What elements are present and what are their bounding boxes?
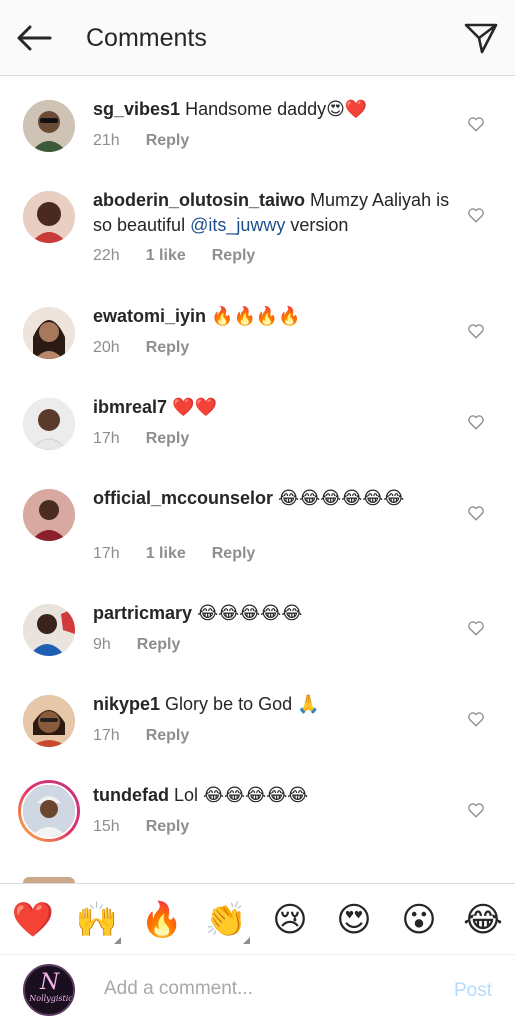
heart-icon[interactable] — [467, 619, 485, 637]
reply-button[interactable]: Reply — [146, 727, 190, 745]
comment-time: 21h — [93, 132, 120, 149]
heart-icon[interactable] — [467, 504, 485, 522]
mention-link[interactable]: @its_juwwy — [190, 215, 285, 235]
comment-time: 15h — [93, 818, 120, 835]
comment-composer: N Nollygistic Add a comment... Post — [0, 956, 515, 1024]
clap-emoji-button[interactable]: 👏 — [204, 900, 250, 944]
avatar[interactable] — [23, 307, 75, 359]
heart-icon[interactable] — [467, 413, 485, 431]
comment-text: partricmary 😂😂😂😂😂 — [93, 603, 303, 623]
likes-count[interactable]: 1 like — [146, 247, 186, 265]
heart-icon[interactable] — [467, 801, 485, 819]
comment-username[interactable]: sg_vibes1 — [93, 99, 180, 119]
comment-username[interactable]: official_mccounselor — [93, 488, 273, 508]
surprised-emoji-button[interactable]: 😮 — [397, 900, 441, 940]
reply-button[interactable]: Reply — [146, 818, 190, 836]
paper-plane-icon[interactable] — [463, 20, 499, 56]
comment-username[interactable]: partricmary — [93, 603, 192, 623]
comment-time: 20h — [93, 339, 120, 356]
quick-reaction-bar: ❤️ 🙌 🔥 👏 😢 😍 😮 😂 — [0, 883, 515, 955]
comments-list[interactable]: sg_vibes1 Handsome daddy😍❤️ 21h Reply ab… — [0, 77, 515, 883]
comment-meta: 21h Reply — [93, 132, 215, 150]
page-title: Comments — [86, 24, 207, 52]
comment-username[interactable]: ibmreal7 — [93, 397, 167, 417]
heart-icon[interactable] — [467, 206, 485, 224]
comment-text: tundefad Lol 😂😂😂😂😂 — [93, 785, 309, 805]
comment-time: 17h — [93, 545, 120, 562]
avatar[interactable] — [23, 604, 75, 656]
comment-meta: 17h 1 like Reply — [93, 545, 281, 563]
top-bar: Comments — [0, 0, 515, 76]
comment-username[interactable]: tundefad — [93, 785, 169, 805]
reply-button[interactable]: Reply — [146, 430, 190, 448]
comment-meta: 17h Reply — [93, 727, 215, 745]
comment-text: ewatomi_iyin 🔥🔥🔥🔥 — [93, 306, 301, 326]
avatar[interactable] — [23, 398, 75, 450]
my-avatar: N Nollygistic — [23, 964, 75, 1016]
comment-time: 22h — [93, 247, 120, 264]
heart-icon[interactable] — [467, 710, 485, 728]
reply-button[interactable]: Reply — [146, 132, 190, 150]
comment-meta: 17h Reply — [93, 430, 215, 448]
reply-button[interactable]: Reply — [137, 636, 181, 654]
comment-meta: 15h Reply — [93, 818, 215, 836]
likes-count[interactable]: 1 like — [146, 545, 186, 563]
comment-text: aboderin_olutosin_taiwo Mumzy Aaliyah is… — [93, 190, 450, 235]
reply-button[interactable]: Reply — [212, 545, 256, 563]
skin-tone-indicator — [114, 937, 121, 944]
avatar[interactable] — [23, 489, 75, 541]
comment-time: 17h — [93, 430, 120, 447]
laughing-emoji-button[interactable]: 😂 — [461, 900, 505, 940]
back-arrow-icon[interactable] — [14, 22, 54, 54]
comment-text: ibmreal7 ❤️❤️ — [93, 397, 217, 417]
skin-tone-indicator — [243, 937, 250, 944]
fire-emoji-button[interactable]: 🔥 — [140, 900, 184, 940]
comment-input[interactable]: Add a comment... — [104, 978, 253, 1000]
avatar[interactable] — [23, 191, 75, 243]
post-button[interactable]: Post — [454, 980, 492, 1002]
comment-time: 9h — [93, 636, 111, 653]
heart-icon[interactable] — [467, 115, 485, 133]
heart-eyes-emoji-button[interactable]: 😍 — [332, 900, 376, 940]
heart-icon[interactable] — [467, 322, 485, 340]
comment-username[interactable]: nikype1 — [93, 694, 160, 714]
raised-hands-emoji-button[interactable]: 🙌 — [75, 900, 121, 944]
comment-username[interactable]: aboderin_olutosin_taiwo — [93, 190, 305, 210]
reply-button[interactable]: Reply — [146, 339, 190, 357]
avatar[interactable] — [23, 100, 75, 152]
comment-meta: 20h Reply — [93, 339, 215, 357]
comment-text: official_mccounselor 😂😂😂😂😂😂 — [93, 488, 405, 508]
reply-button[interactable]: Reply — [212, 247, 256, 265]
comment-meta: 9h Reply — [93, 636, 206, 654]
heart-emoji-button[interactable]: ❤️ — [11, 900, 55, 940]
comment-meta: 22h 1 like Reply — [93, 247, 281, 265]
comment-username[interactable]: ewatomi_iyin — [93, 306, 206, 326]
comment-text: nikype1 Glory be to God 🙏 — [93, 694, 320, 714]
crying-emoji-button[interactable]: 😢 — [268, 900, 312, 940]
comment-text: sg_vibes1 Handsome daddy😍❤️ — [93, 99, 368, 119]
comment-time: 17h — [93, 727, 120, 744]
avatar[interactable] — [18, 780, 80, 842]
avatar[interactable] — [23, 695, 75, 747]
